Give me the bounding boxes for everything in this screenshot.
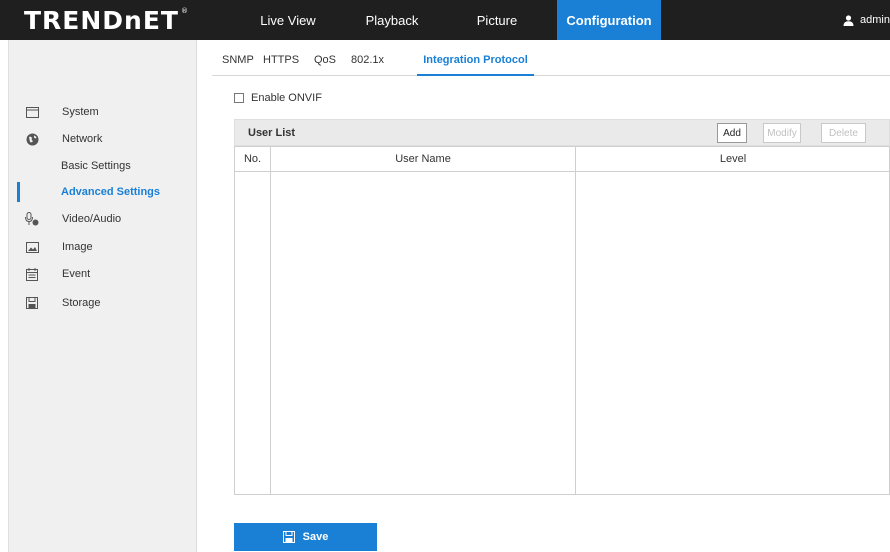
sidebar-item-label: Video/Audio [62,213,122,225]
nav-configuration[interactable]: Configuration [557,0,661,40]
table-header: No. User Name Level [235,147,889,172]
sidebar-item-video-audio[interactable]: Video/Audio [9,207,198,231]
system-icon [25,105,39,119]
event-calendar-icon [25,267,39,281]
user-menu[interactable]: admin [843,0,890,40]
user-icon [843,14,854,26]
save-label: Save [302,531,329,543]
sidebar-item-advanced-settings[interactable]: Advanced Settings [9,180,198,204]
delete-user-button[interactable]: Delete [821,123,866,143]
save-button[interactable]: Save [234,523,377,551]
enable-onvif-label: Enable ONVIF [251,92,322,104]
nav-playback[interactable]: Playback [348,0,436,40]
sidebar-item-event[interactable]: Event [9,262,198,286]
sidebar-item-image[interactable]: Image [9,235,198,259]
top-navigation-bar: TRENDnET ® Live View Playback Picture Con… [0,0,890,40]
sidebar-item-label: Event [62,268,91,280]
sidebar-item-system[interactable]: System [9,100,198,124]
user-name: admin [860,14,890,26]
network-globe-icon [25,132,39,146]
save-disk-icon [282,531,295,543]
nav-live-view[interactable]: Live View [244,0,332,40]
sidebar-item-label: System [62,106,99,118]
modify-user-button[interactable]: Modify [763,123,801,143]
column-header-level: Level [719,153,747,165]
column-header-user-name: User Name [395,153,451,165]
enable-onvif-checkbox[interactable] [234,93,244,103]
logo-text: TRENDnET [24,5,179,35]
sidebar-item-label: Image [62,241,93,253]
column-header-no: No. [243,153,262,165]
sidebar-item-storage[interactable]: Storage [9,291,198,315]
storage-icon [25,296,39,310]
trendnet-logo: TRENDnET ® [24,5,189,35]
tab-8021x[interactable]: 802.1x [351,54,384,76]
column-divider [270,147,271,494]
nav-picture[interactable]: Picture [454,0,540,40]
tab-https[interactable]: HTTPS [263,54,299,76]
settings-tabs: SNMP HTTPS QoS 802.1x Integration Protoc… [212,54,890,76]
column-divider [575,147,576,494]
registered-mark: ® [181,7,189,15]
sidebar-item-basic-settings[interactable]: Basic Settings [9,154,198,178]
user-list-table: No. User Name Level [234,146,890,495]
tab-snmp[interactable]: SNMP [222,54,254,76]
add-user-button[interactable]: Add [717,123,747,143]
sidebar-item-label: Basic Settings [61,160,131,172]
sidebar-item-label: Network [62,133,103,145]
tab-integration-protocol[interactable]: Integration Protocol [417,54,534,76]
video-audio-icon [25,212,39,226]
sidebar: System Network Basic Settings Advanced S… [8,40,197,552]
sidebar-item-network[interactable]: Network [9,127,198,151]
image-icon [25,240,39,254]
enable-onvif-option[interactable]: Enable ONVIF [234,92,322,104]
tab-qos[interactable]: QoS [314,54,336,76]
user-list-title: User List [248,127,296,139]
user-list-header: User List Add Modify Delete [234,119,890,146]
active-indicator [17,182,20,202]
sidebar-item-label: Storage [62,297,101,309]
sidebar-item-label: Advanced Settings [61,186,161,198]
